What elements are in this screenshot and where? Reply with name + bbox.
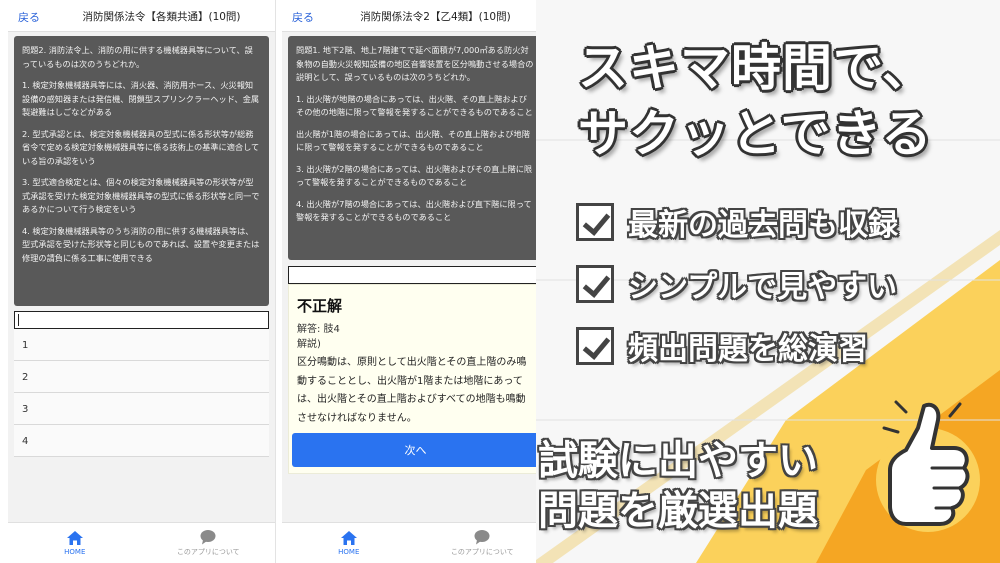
chat-bubble-icon <box>474 530 490 545</box>
home-icon <box>340 531 357 545</box>
question-box: 問題1. 地下2階、地上7階建てで延べ面積が7,000㎡ある防火対象物の自動火災… <box>288 36 543 260</box>
tab-home[interactable]: HOME <box>282 523 416 563</box>
choice-list: 1 2 3 4 <box>14 329 269 457</box>
bottom-tab-bar: HOME このアプリについて <box>282 522 549 563</box>
choice-item-1[interactable]: 1 <box>14 329 269 361</box>
question-stem: 問題2. 消防法令上、消防の用に供する機械器具等について、誤っているものは次のう… <box>22 45 253 69</box>
tab-home-label: HOME <box>64 548 86 556</box>
question-option: 4. 検定対象機械器具等のうち消防の用に供する機械器具等は、型式承認を受けた形状… <box>22 225 260 263</box>
answer-text: 解答: 肢4 <box>297 324 340 335</box>
page-title: 消防関係法令2【乙4類】(10問) <box>360 11 511 23</box>
question-stem: 問題1. 地下2階、地上7階建てで延べ面積が7,000㎡ある防火対象物の自動火災… <box>296 45 534 83</box>
result-title: 不正解 <box>297 297 343 315</box>
check-box-icon <box>576 203 614 241</box>
question-option: 1. 出火階が地階の場合にあっては、出火階、その直上階およびその他の地階に限って… <box>296 93 533 118</box>
tab-about-label: このアプリについて <box>450 548 514 556</box>
feature-text: シンプルで見やすい <box>628 270 898 305</box>
tab-about-label: このアプリについて <box>176 548 240 556</box>
check-box-icon <box>576 327 614 365</box>
phone-screen-2: 戻る 消防関係法令2【乙4類】(10問) 問題1. 地下2階、地上7階建てで延べ… <box>282 0 550 563</box>
tab-about[interactable]: このアプリについて <box>142 523 276 563</box>
headline-line-1: スキマ時間で、 <box>578 39 933 97</box>
question-option: 3. 出火階が2階の場合にあっては、出火階およびその直上階に限って警報を発するこ… <box>296 163 533 188</box>
tab-about[interactable]: このアプリについて <box>416 523 550 563</box>
check-box-icon <box>576 265 614 303</box>
question-option: 1. 検定対象機械器具等には、消火器、消防用ホース、火災報知設備の感知器または発… <box>22 80 260 118</box>
tab-home-label: HOME <box>338 548 360 556</box>
home-icon <box>66 531 83 545</box>
back-link[interactable]: 戻る <box>292 9 314 25</box>
phone-screen-1: 戻る 消防関係法令【各類共通】(10問) 問題2. 消防法令上、消防の用に供する… <box>8 0 276 563</box>
thumbs-up-hand-icon <box>876 400 980 532</box>
answer-input-bar[interactable] <box>14 311 269 329</box>
feature-item: シンプルで見やすい <box>576 262 897 306</box>
question-option: 4. 出火階が7階の場合にあっては、出火階および直下階に限って警報を発することが… <box>296 198 532 223</box>
explanation-text: 区分鳴動は、原則として出火階とその直上階のみ鳴動することとし、出火階が1階または… <box>297 357 527 424</box>
result-panel: 不正解 解答: 肢4 解説) 区分鳴動は、原則として出火階とその直上階のみ鳴動す… <box>288 284 543 474</box>
feature-item: 最新の過去問も収録 <box>576 200 898 244</box>
question-option: 2. 型式承認とは、検定対象機械器具の型式に係る形状等が総務省令で定める検定対象… <box>22 128 260 166</box>
tab-home[interactable]: HOME <box>8 523 142 563</box>
headline-line-2: サクッとできる <box>578 105 933 163</box>
answer-input-bar[interactable] <box>288 266 543 284</box>
tagline-line-2: 問題を厳選出題 <box>538 488 818 534</box>
feature-text: 最新の過去問も収録 <box>628 208 898 243</box>
choice-item-3[interactable]: 3 <box>14 393 269 425</box>
question-option: 3. 型式適合検定とは、個々の検定対象機械器具等の形状等が型式承認を受けた検定対… <box>22 177 260 215</box>
choice-item-2[interactable]: 2 <box>14 361 269 393</box>
app-header: 戻る 消防関係法令【各類共通】(10問) <box>8 0 275 32</box>
next-button[interactable]: 次へ <box>292 433 539 467</box>
promo-banner: スキマ時間で、 サクッとできる 最新の過去問も収録 シンプルで見やすい 頻出問題… <box>536 0 1000 563</box>
explanation-label: 解説) <box>297 339 321 350</box>
choice-item-4[interactable]: 4 <box>14 425 269 457</box>
chat-bubble-icon <box>200 530 216 545</box>
text-caret <box>18 314 19 326</box>
bottom-tab-bar: HOME このアプリについて <box>8 522 275 563</box>
back-link[interactable]: 戻る <box>18 9 40 25</box>
app-header: 戻る 消防関係法令2【乙4類】(10問) <box>282 0 549 32</box>
page-title: 消防関係法令【各類共通】(10問) <box>82 11 241 23</box>
feature-text: 頻出問題を総演習 <box>628 332 868 367</box>
feature-item: 頻出問題を総演習 <box>576 324 868 368</box>
question-option: 出火階が1階の場合にあっては、出火階、その直上階および地階に限って警報を発するこ… <box>296 128 530 153</box>
question-box: 問題2. 消防法令上、消防の用に供する機械器具等について、誤っているものは次のう… <box>14 36 269 306</box>
